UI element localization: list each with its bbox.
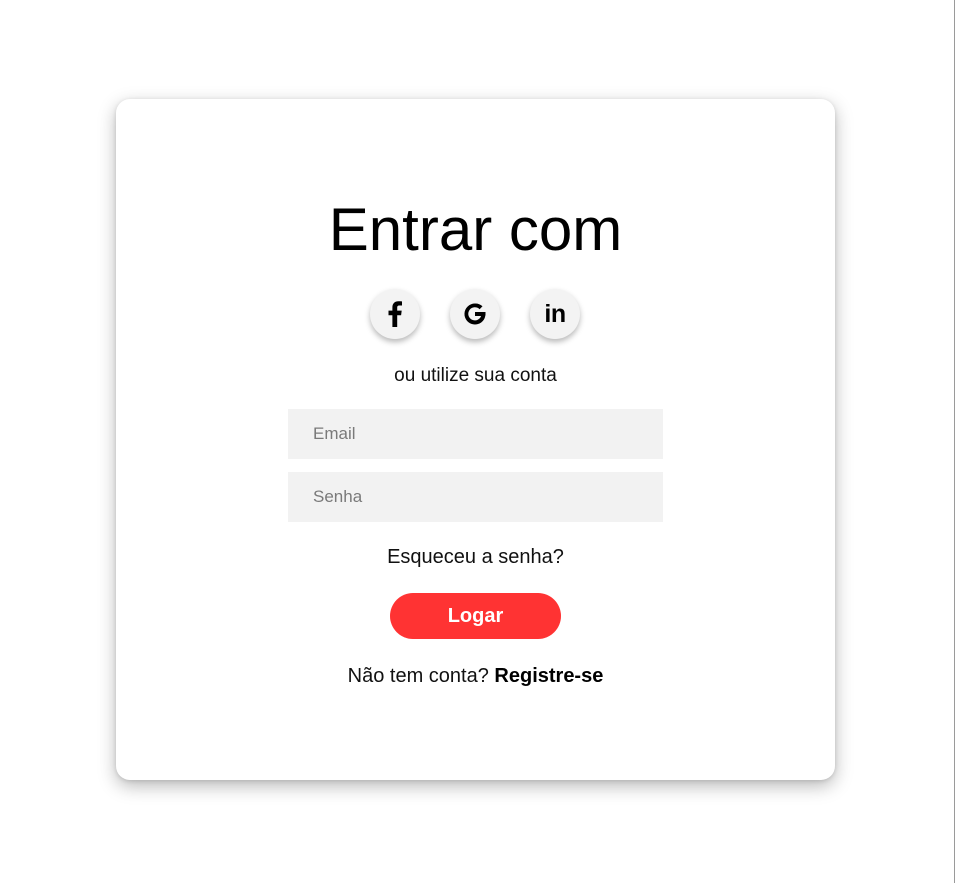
register-prompt: Não tem conta? xyxy=(347,665,489,687)
email-input[interactable] xyxy=(288,409,663,459)
password-input[interactable] xyxy=(288,472,663,522)
google-login-button[interactable] xyxy=(450,289,500,339)
social-login-row: in xyxy=(370,289,582,341)
register-link[interactable]: Registre-se xyxy=(494,665,603,687)
login-title: Entrar com xyxy=(328,196,623,263)
login-card: Entrar com in ou utilize sua conta Esque… xyxy=(116,99,835,780)
forgot-password-link[interactable]: Esqueceu a senha? xyxy=(116,545,835,569)
facebook-icon xyxy=(388,301,402,327)
linkedin-login-button[interactable]: in xyxy=(530,289,580,339)
facebook-login-button[interactable] xyxy=(370,289,420,339)
register-line: Não tem conta? Registre-se xyxy=(116,664,835,688)
linkedin-icon: in xyxy=(544,299,566,328)
login-button[interactable]: Logar xyxy=(390,593,561,639)
alternative-login-text: ou utilize sua conta xyxy=(394,365,557,386)
google-icon xyxy=(462,301,488,327)
